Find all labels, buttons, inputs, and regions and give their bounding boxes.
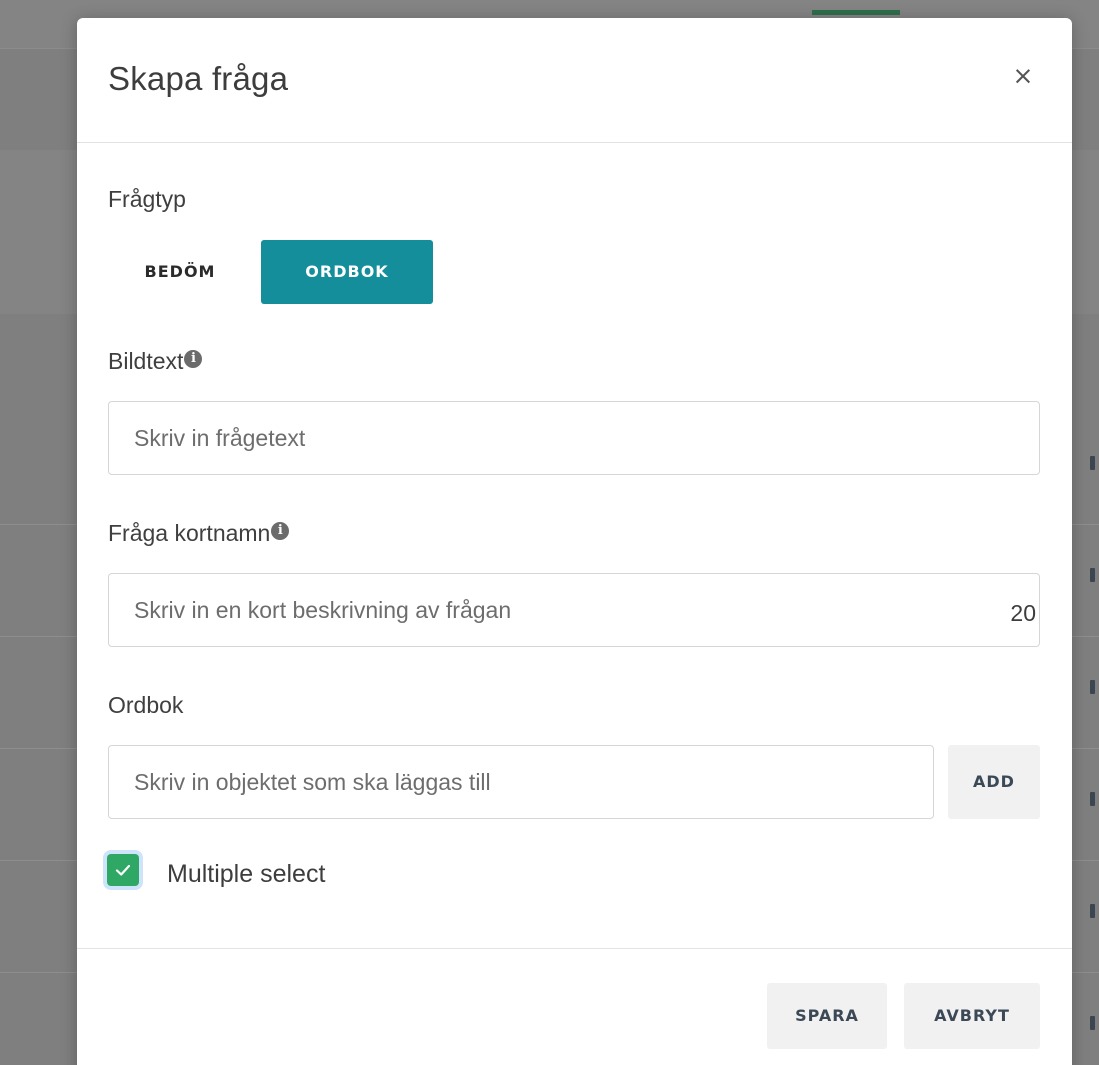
save-button[interactable]: SPARA [767,983,887,1049]
short-name-label-row: Fråga kortnamn i [108,520,290,547]
dictionary-item-input[interactable] [108,745,934,819]
cancel-button[interactable]: AVBRYT [904,983,1040,1049]
footer-divider [77,948,1072,949]
background-row-edge [1090,456,1095,470]
short-name-input[interactable] [108,573,1040,647]
dialog-header: Skapa fråga × [77,18,1072,143]
create-question-dialog: Skapa fråga × Frågtyp BEDÖM ORDBOK Bildt… [77,18,1072,1065]
background-active-tab-indicator [812,10,900,15]
dialog-title: Skapa fråga [108,60,289,97]
caption-label-row: Bildtext i [108,348,203,375]
type-option-ordbok[interactable]: ORDBOK [261,240,433,304]
multiple-select-label[interactable]: Multiple select [167,860,325,889]
checkmark-icon [115,864,131,876]
info-icon[interactable]: i [271,522,290,540]
info-icon[interactable]: i [184,350,203,368]
short-name-label: Fråga kortnamn [108,520,271,546]
background-row-edge [1090,568,1095,582]
multiple-select-checkbox[interactable] [107,854,139,886]
background-row-edge [1090,904,1095,918]
type-option-bedom[interactable]: BEDÖM [121,240,239,304]
background-row-edge [1090,680,1095,694]
close-button[interactable]: × [1005,58,1041,94]
background-row-edge [1090,792,1095,806]
character-counter: 20 [1010,600,1036,626]
close-icon: × [1012,61,1034,90]
caption-label: Bildtext [108,348,184,374]
dictionary-label: Ordbok [108,692,184,718]
caption-input[interactable] [108,401,1040,475]
add-button[interactable]: ADD [948,745,1040,819]
question-type-label: Frågtyp [108,186,186,212]
background-row-edge [1090,1016,1095,1030]
